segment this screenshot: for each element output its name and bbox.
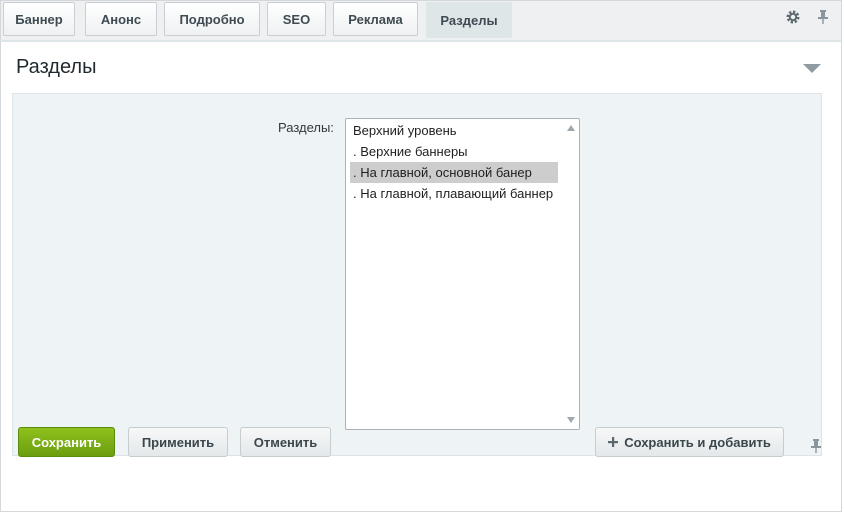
tab-banner[interactable]: Баннер <box>3 2 75 36</box>
gear-icon[interactable] <box>785 9 801 25</box>
listbox-options: Верхний уровень . Верхние баннеры . На г… <box>350 120 558 204</box>
sections-field-label: Разделы: <box>278 120 334 135</box>
save-button[interactable]: Сохранить <box>18 427 115 457</box>
tab-announce[interactable]: Анонс <box>85 2 157 36</box>
list-option[interactable]: . На главной, плавающий баннер <box>350 183 558 204</box>
page-title: Разделы <box>16 56 97 78</box>
list-option[interactable]: . Верхние баннеры <box>350 141 558 162</box>
plus-icon <box>608 437 619 447</box>
tab-advertising[interactable]: Реклама <box>333 2 418 36</box>
tab-sections[interactable]: Разделы <box>426 2 512 38</box>
pin-icon[interactable] <box>810 438 822 454</box>
save-and-add-button[interactable]: Сохранить и добавить <box>595 427 784 457</box>
apply-button[interactable]: Применить <box>128 427 228 457</box>
list-option-selected[interactable]: . На главной, основной банер <box>350 162 558 183</box>
listbox-scrollbar[interactable] <box>563 119 579 429</box>
chevron-down-icon[interactable] <box>803 64 821 74</box>
list-option[interactable]: Верхний уровень <box>350 120 558 141</box>
save-and-add-label: Сохранить и добавить <box>624 434 771 450</box>
cancel-button[interactable]: Отменить <box>240 427 331 457</box>
scroll-up-icon[interactable] <box>567 125 575 131</box>
sections-listbox[interactable]: Верхний уровень . Верхние баннеры . На г… <box>345 118 580 430</box>
tab-details[interactable]: Подробно <box>164 2 260 36</box>
tab-bar: Баннер Анонс Подробно SEO Реклама Раздел… <box>0 0 842 40</box>
sections-form-area: Разделы: Верхний уровень . Верхние банне… <box>12 93 822 456</box>
scroll-down-icon[interactable] <box>567 417 575 423</box>
tab-tools <box>785 9 831 25</box>
pin-icon[interactable] <box>815 9 831 25</box>
tab-seo[interactable]: SEO <box>267 2 326 36</box>
